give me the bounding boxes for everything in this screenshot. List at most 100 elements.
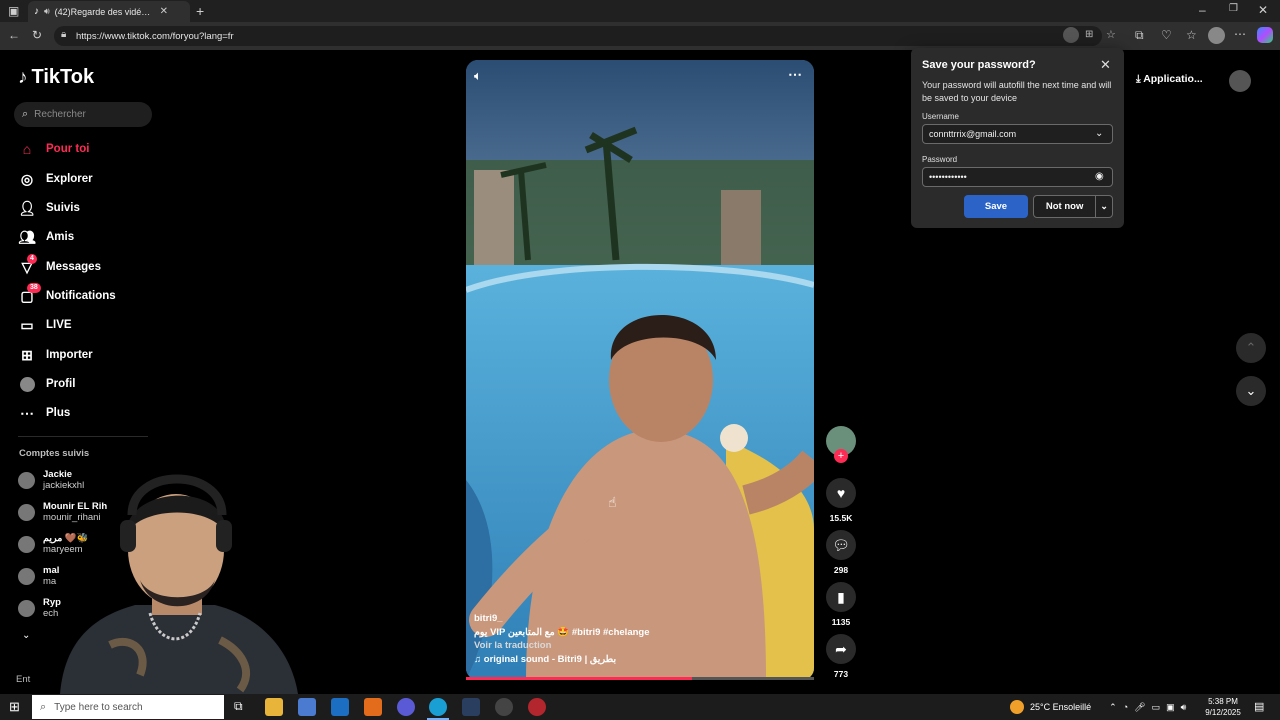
more-options-icon[interactable]: ⋯ xyxy=(788,66,802,83)
avatar xyxy=(18,503,35,521)
app-available-icon[interactable]: ⊞ xyxy=(1085,29,1093,40)
task-view-icon[interactable]: ⧉ xyxy=(234,699,243,714)
heart-icon: ♥ xyxy=(826,478,856,508)
steam-icon[interactable] xyxy=(462,698,480,716)
taskbar-search-input[interactable]: ⌕ Type here to search xyxy=(32,695,224,719)
favorite-star-icon[interactable]: ☆ xyxy=(1106,28,1116,41)
chevron-down-icon[interactable]: ⌄ xyxy=(1096,201,1112,212)
new-tab-icon[interactable]: + xyxy=(196,4,204,18)
tiktok-logo[interactable]: ♪ TikTok xyxy=(18,66,94,89)
like-button[interactable]: ♥ 15.5K xyxy=(826,478,856,523)
previous-video-button[interactable]: ⌃ xyxy=(1236,333,1266,363)
logo-text: TikTok xyxy=(31,66,95,88)
video-progress-bar[interactable] xyxy=(466,677,814,680)
nav-item-amis[interactable]: 👥︎ Amis xyxy=(18,226,74,248)
friends-icon: 👥︎ xyxy=(18,228,36,245)
chevron-up-icon[interactable]: ⌃ xyxy=(1109,702,1117,713)
extensions-icon[interactable]: ⧉ xyxy=(1135,29,1144,41)
next-video-button[interactable]: ⌄ xyxy=(1236,376,1266,406)
upload-icon: ⊞ xyxy=(21,346,33,363)
nav-item-plus[interactable]: ⋯ Plus xyxy=(18,402,70,424)
video-author[interactable]: bitri9_ xyxy=(474,612,650,626)
username-label: Username xyxy=(922,112,959,121)
windows-taskbar: ⊞ ⌕ Type here to search ⧉ 25°C Ensoleill… xyxy=(0,694,1280,720)
weather-sun-icon[interactable] xyxy=(1010,700,1024,714)
close-icon[interactable]: ✕ xyxy=(1100,57,1111,73)
store-icon[interactable] xyxy=(298,698,316,716)
profile-icon xyxy=(18,376,36,393)
progress-fill xyxy=(466,677,693,680)
settings-more-icon[interactable]: ⋯ xyxy=(1234,28,1246,40)
restore-icon[interactable]: ❐ xyxy=(1229,4,1238,14)
avatar xyxy=(18,535,35,553)
volume-icon[interactable]: 🔈︎ xyxy=(474,68,482,84)
notification-center-icon[interactable]: ▤ xyxy=(1254,700,1264,713)
translate-link[interactable]: Voir la traduction xyxy=(474,639,650,653)
eye-icon[interactable]: ◉ xyxy=(1095,171,1104,182)
nav-item-importer[interactable]: ⊞ Importer xyxy=(18,344,93,366)
browser-essentials-icon[interactable]: ♡ xyxy=(1161,29,1172,41)
popup-title: Save your password? xyxy=(922,59,1036,71)
save-password-popup: Save your password? ✕ Your password will… xyxy=(911,48,1124,228)
video-player[interactable]: 🔈︎ ⋯ xyxy=(466,60,814,680)
password-key-icon[interactable] xyxy=(1063,27,1079,43)
chevron-down-icon[interactable]: ⌄ xyxy=(1095,128,1103,139)
favorites-icon[interactable]: ☆ xyxy=(1186,29,1197,41)
url-text: https://www.tiktok.com/foryou?lang=fr xyxy=(76,30,234,42)
username-field[interactable]: connttrrix@gmail.com ⌄ xyxy=(922,124,1113,144)
browser-tab[interactable]: ♪ 🔊︎ (42)Regarde des vidéos tendance ✕ xyxy=(28,1,190,22)
profile-avatar[interactable] xyxy=(1208,27,1225,44)
nav-item-explorer[interactable]: ◎ Explorer xyxy=(18,168,93,190)
not-now-label: Not now xyxy=(1045,201,1084,212)
get-app-button[interactable]: ⤓ Applicatio... xyxy=(1136,73,1203,86)
password-field[interactable]: •••••••••••• ◉ xyxy=(922,167,1113,187)
nav-item-notifications[interactable]: ▢ 38 Notifications xyxy=(18,282,116,307)
refresh-icon[interactable]: ↻ xyxy=(32,29,42,41)
copilot-icon[interactable] xyxy=(1257,27,1273,43)
wifi-icon[interactable]: ◔ xyxy=(1123,702,1128,712)
user-avatar[interactable] xyxy=(1229,70,1251,92)
show-more-chevron-icon[interactable]: ⌄ xyxy=(22,630,30,641)
mic-icon[interactable]: 🎤︎ xyxy=(1134,702,1145,713)
nav-item-profil[interactable]: Profil xyxy=(18,373,75,395)
search-placeholder: Rechercher xyxy=(34,109,86,120)
avatar xyxy=(18,567,35,585)
follow-plus-icon[interactable]: + xyxy=(834,449,848,463)
windows-start-icon[interactable]: ⊞ xyxy=(9,699,20,715)
url-input[interactable]: 🔒︎ https://www.tiktok.com/foryou?lang=fr… xyxy=(54,26,1116,46)
system-clock[interactable]: 5:38 PM 9/12/2025 xyxy=(1200,696,1246,718)
save-password-button[interactable]: Save xyxy=(964,195,1028,218)
minimize-icon[interactable]: – xyxy=(1199,4,1206,16)
weather-text[interactable]: 25°C Ensoleillé xyxy=(1030,702,1091,712)
speaker-icon[interactable]: 🔊︎ xyxy=(44,6,50,17)
nav-item-live[interactable]: ▭ LIVE xyxy=(18,314,71,336)
back-icon[interactable]: ← xyxy=(8,29,20,41)
notification-icon: ▢ 38 xyxy=(18,282,41,305)
nav-item-suivis[interactable]: 👤︎ Suivis xyxy=(18,197,80,219)
edge-icon[interactable] xyxy=(429,698,447,716)
app-icon[interactable] xyxy=(495,698,513,716)
nav-item-pour-toi[interactable]: ⌂ Pour toi xyxy=(18,138,90,160)
messages-badge: 4 xyxy=(27,253,37,264)
chevron-down-icon: ⌄ xyxy=(1245,383,1257,398)
app-icon[interactable] xyxy=(364,698,382,716)
share-button[interactable]: ➦ 773 xyxy=(826,634,856,679)
save-button[interactable]: ▮ 1135 xyxy=(826,582,856,627)
popup-description: Your password will autofill the next tim… xyxy=(922,80,1112,103)
discord-icon[interactable] xyxy=(397,698,415,716)
obs-icon[interactable] xyxy=(528,698,546,716)
close-tab-icon[interactable]: ✕ xyxy=(160,6,168,17)
volume-icon[interactable]: 🔊︎ xyxy=(1181,702,1187,713)
outlook-icon[interactable] xyxy=(331,698,349,716)
video-sound[interactable]: ♫ original sound - Bitri9 | بطريق xyxy=(474,653,650,667)
comment-button[interactable]: 💬︎ 298 xyxy=(826,530,856,575)
network-icon[interactable]: ▣ xyxy=(1166,702,1175,713)
creator-avatar[interactable]: + xyxy=(826,426,856,463)
file-explorer-icon[interactable] xyxy=(265,698,283,716)
nav-item-messages[interactable]: ▽ 4 Messages xyxy=(18,253,101,278)
battery-icon[interactable]: ▭ xyxy=(1152,702,1161,713)
search-input[interactable]: ⌕ Rechercher xyxy=(14,102,152,127)
not-now-button[interactable]: Not now ⌄ xyxy=(1033,195,1113,218)
tab-actions-icon[interactable]: ▣ xyxy=(8,5,19,17)
window-close-icon[interactable]: ✕ xyxy=(1258,4,1268,16)
